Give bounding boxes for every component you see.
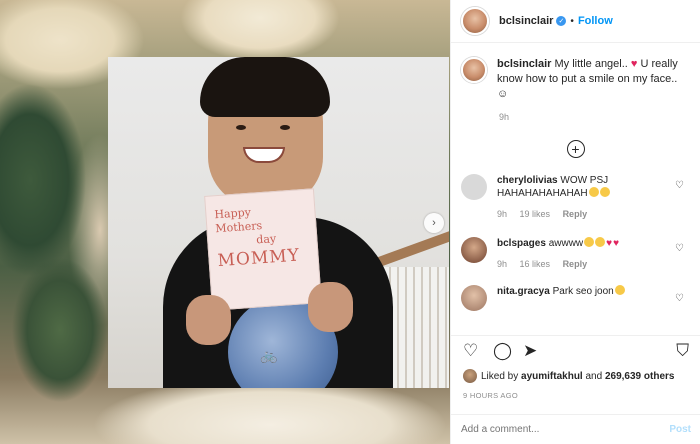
verified-badge-icon: ✓ [556, 16, 567, 26]
comment-like-heart-icon[interactable]: ♡ [675, 243, 684, 254]
comment-text: Park seo joon [552, 286, 614, 297]
post-actions-bar: ♡ ◯ ➤ ⛉ [451, 335, 700, 365]
comment-like-heart-icon[interactable]: ♡ [675, 293, 684, 304]
card-line-4: MOMMY [217, 245, 301, 272]
liker-avatar[interactable] [463, 369, 477, 383]
comment-meta: 9h 19 likes Reply [497, 208, 667, 221]
comment-item: bclspages awwww ♥♥ 9h 16 likes Reply ♡ [451, 237, 700, 271]
reply-button[interactable]: Reply [563, 209, 588, 219]
liked-by-prefix: Liked by [481, 370, 519, 382]
laughing-emoji-icon [614, 285, 625, 295]
comment-like-heart-icon[interactable]: ♡ [675, 180, 684, 191]
bookmark-icon[interactable]: ⛉ [676, 342, 689, 359]
right-hand [308, 282, 353, 332]
author-username[interactable]: bclsinclair [499, 15, 553, 27]
liked-by-line: Liked by ayumiftakhul and 269,639 others [463, 369, 674, 383]
caption-username[interactable]: bclsinclair [497, 58, 551, 70]
card-line-3: day [255, 232, 277, 247]
share-icon[interactable]: ➤ [523, 342, 537, 359]
comment-avatar[interactable] [461, 285, 487, 311]
chevron-right-icon: › [432, 217, 436, 229]
caption-avatar[interactable] [461, 57, 487, 83]
pensive-emoji-icon [584, 237, 595, 247]
comment-time[interactable]: 9h [497, 209, 507, 219]
caption-time[interactable]: 9h [499, 112, 700, 122]
liker-username[interactable]: ayumiftakhul [521, 371, 583, 382]
comment-likes[interactable]: 16 likes [520, 259, 551, 269]
comment-avatar[interactable] [461, 174, 487, 200]
comment-username[interactable]: nita.gracya [497, 286, 550, 297]
heart-outline-icon[interactable]: ♡ [463, 342, 478, 359]
red-heart-emoji-icon: ♥ [606, 238, 613, 249]
comment-icon[interactable]: ◯ [493, 342, 512, 359]
comment-username[interactable]: bclspages [497, 238, 546, 249]
heart-emoji-icon: ♥ [630, 58, 638, 70]
comment-likes[interactable]: 19 likes [520, 209, 551, 219]
liked-by-and: and [585, 370, 603, 382]
separator-dot: • [570, 15, 574, 27]
add-comment-bar: Post [451, 414, 700, 444]
laughing-emoji-icon [599, 187, 610, 197]
grin-emoji-icon [588, 187, 599, 197]
add-comment-input[interactable] [461, 424, 651, 435]
comment-time[interactable]: 9h [497, 259, 507, 269]
likes-count[interactable]: 269,639 others [605, 371, 675, 382]
plus-circle-icon: + [571, 141, 580, 157]
comment-item: nita.gracya Park seo joon ♡ [451, 285, 700, 311]
next-photo-button[interactable]: › [424, 213, 444, 233]
comment-text: awwww [548, 238, 584, 249]
post-side-panel: bclsinclair ✓ • Follow bclsinclair My li… [450, 0, 700, 444]
post-media-background: 🚲 Happy Mothers day MOMMY › [0, 0, 450, 444]
comment-body: bclspages awwww ♥♥ 9h 16 likes Reply [497, 237, 667, 271]
caption-text: bclsinclair My little angel.. ♥ U really… [497, 57, 682, 102]
comment-body: nita.gracya Park seo joon [497, 285, 667, 311]
comment-meta: 9h 16 likes Reply [497, 258, 667, 271]
left-hand [186, 295, 231, 345]
caption-text-start: My little angel.. [554, 58, 628, 70]
pensive-emoji-icon [595, 237, 606, 247]
load-more-comments-button[interactable]: + [566, 140, 585, 158]
mothers-day-card: Happy Mothers day MOMMY [204, 188, 322, 311]
boy-eye-right [280, 125, 290, 130]
author-avatar[interactable] [461, 7, 489, 35]
boy-eye-left [236, 125, 246, 130]
comment-username[interactable]: cherylolivias [497, 175, 558, 186]
comment-item: cherylolivias WOW PSJ HAHAHAHAHAHAH 9h 1… [451, 174, 700, 221]
comment-avatar[interactable] [461, 237, 487, 263]
follow-button[interactable]: Follow [578, 15, 613, 27]
red-heart-emoji-icon: ♥ [613, 238, 620, 249]
reply-button[interactable]: Reply [563, 259, 588, 269]
post-comment-button[interactable]: Post [669, 424, 691, 435]
post-photo: 🚲 Happy Mothers day MOMMY [108, 57, 449, 388]
post-caption: bclsinclair My little angel.. ♥ U really… [451, 43, 700, 102]
post-time-ago[interactable]: 9 HOURS AGO [463, 391, 518, 400]
comment-body: cherylolivias WOW PSJ HAHAHAHAHAHAH 9h 1… [497, 174, 667, 221]
post-header: bclsinclair ✓ • Follow [451, 0, 700, 43]
bike-silhouette-icon: 🚲 [260, 347, 278, 363]
boy-hair [200, 57, 330, 117]
